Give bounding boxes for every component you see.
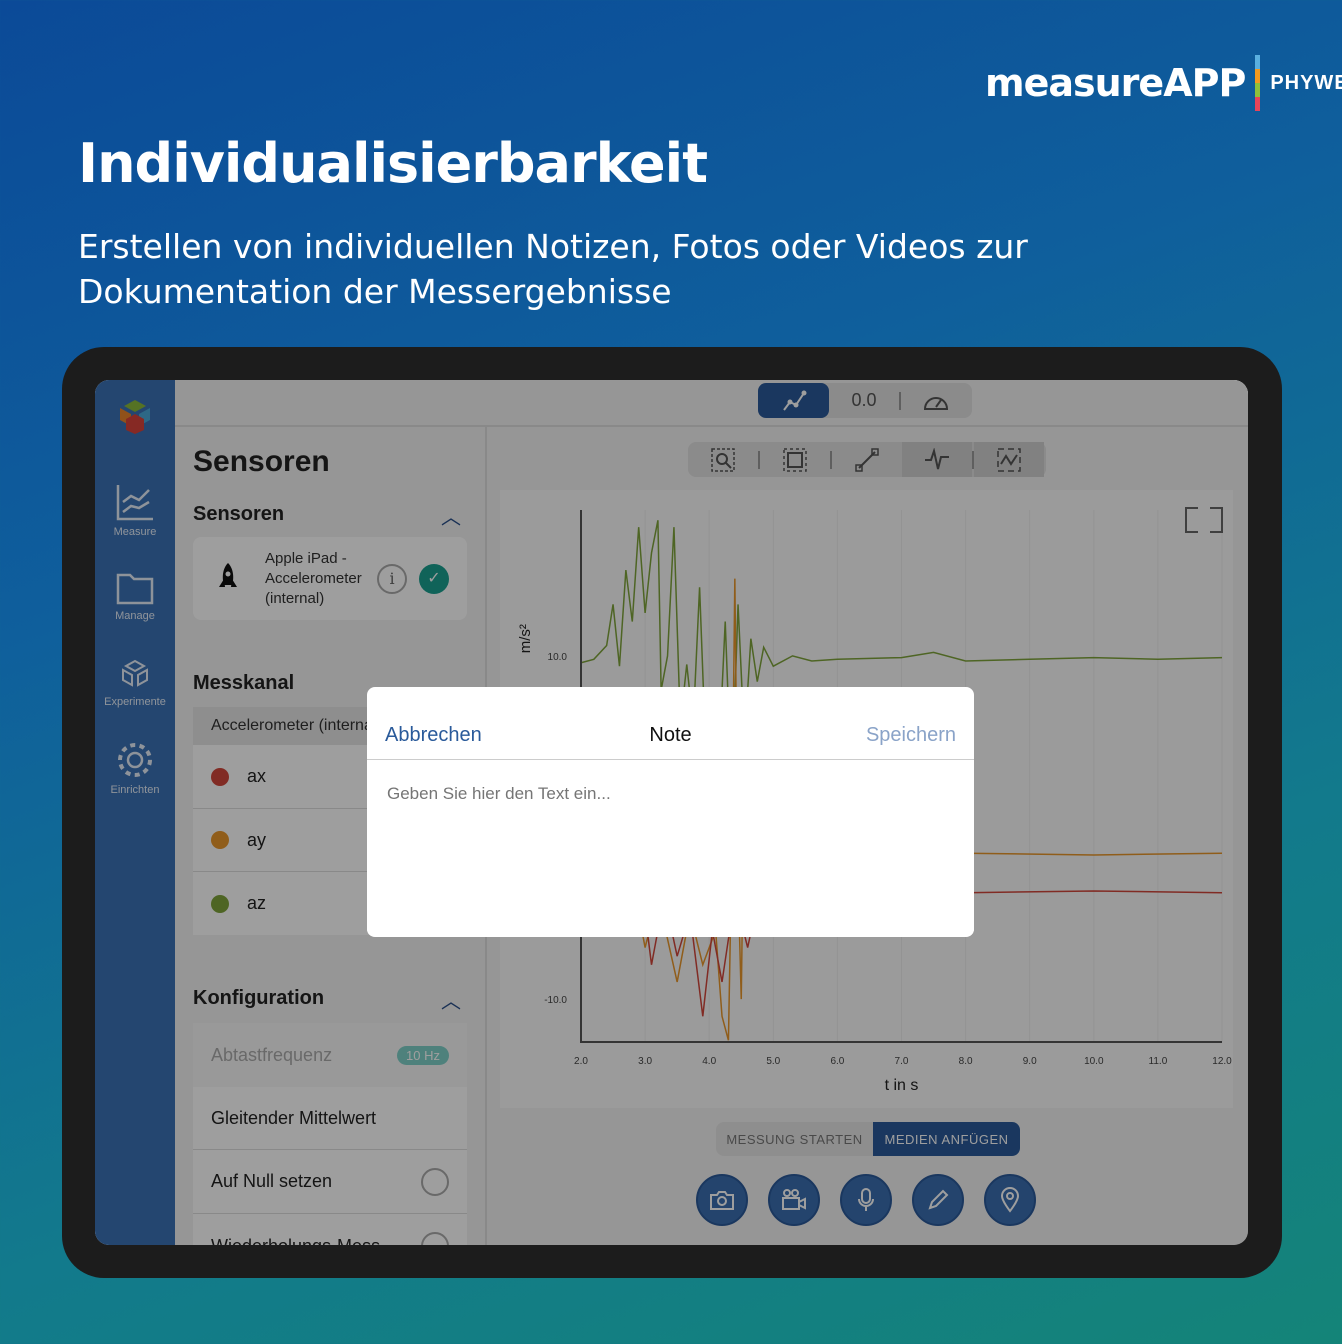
logo-color-bar bbox=[1255, 55, 1261, 111]
cancel-button[interactable]: Abbrechen bbox=[385, 724, 482, 747]
subtitle: Erstellen von individuellen Notizen, Fot… bbox=[78, 227, 1028, 311]
company-name: PHYWE bbox=[1270, 71, 1342, 94]
brand-logo: measureAPP PHYWE bbox=[985, 55, 1342, 111]
dialog-header: Abbrechen Note Speichern bbox=[367, 687, 974, 760]
tablet-screen: Measure Manage Experimente Einrichten 0.… bbox=[95, 380, 1248, 1245]
note-dialog: Abbrechen Note Speichern bbox=[367, 687, 974, 937]
save-button[interactable]: Speichern bbox=[866, 724, 956, 747]
note-text-input[interactable] bbox=[367, 760, 974, 936]
headline: Individualisierbarkeit bbox=[78, 132, 708, 195]
app-name: measureAPP bbox=[985, 61, 1246, 105]
